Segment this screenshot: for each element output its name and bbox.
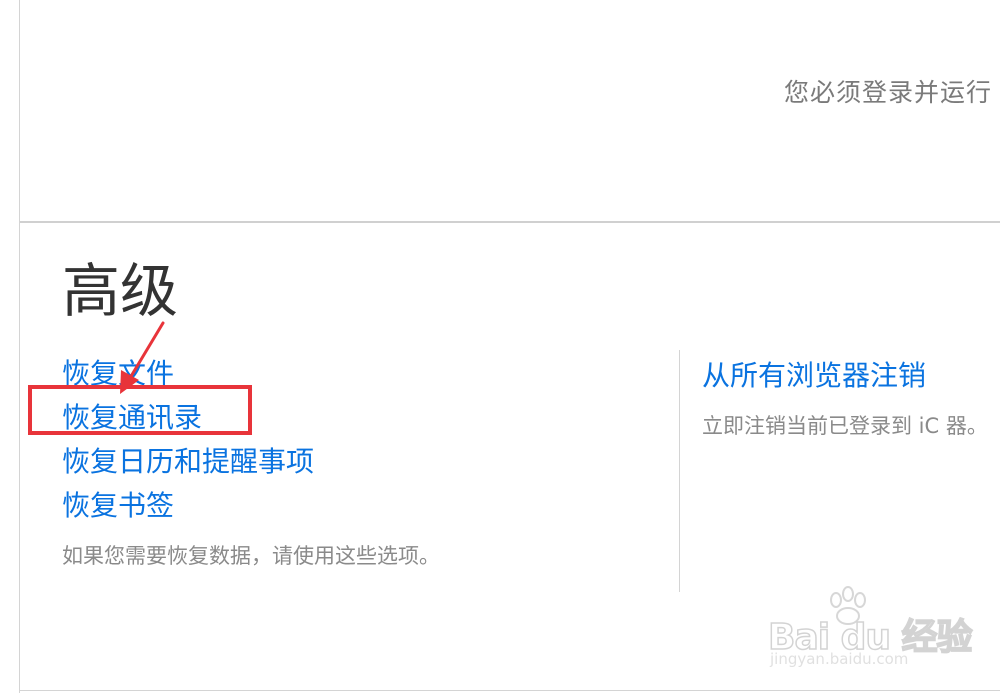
icloud-settings-page: 您必须登录并运行 高级 恢复文件 恢复通讯录 恢复日历和提醒事项 恢复书签 如果… — [0, 0, 1000, 693]
restore-bookmarks-link[interactable]: 恢复书签 — [62, 484, 314, 528]
restore-links-list: 恢复文件 恢复通讯录 恢复日历和提醒事项 恢复书签 — [62, 352, 314, 528]
section-divider — [20, 221, 1000, 223]
baidu-watermark-url: jingyan.baidu.com — [770, 650, 909, 668]
restore-hint-text: 如果您需要恢复数据，请使用这些选项。 — [62, 544, 440, 568]
column-divider — [679, 350, 680, 592]
left-border — [19, 0, 20, 693]
bottom-border — [19, 690, 1000, 691]
sign-out-description: 立即注销当前已登录到 iC 器。 — [702, 414, 988, 438]
login-required-message: 您必须登录并运行 — [784, 78, 993, 107]
advanced-heading: 高级 — [62, 257, 179, 325]
annotation-highlight-box — [28, 385, 252, 435]
restore-calendars-reminders-link[interactable]: 恢复日历和提醒事项 — [62, 440, 314, 484]
baidu-jingyan-watermark: Bai du 经验 jingyan.baidu.com — [766, 586, 973, 676]
sign-out-all-browsers-link[interactable]: 从所有浏览器注销 — [702, 354, 926, 394]
